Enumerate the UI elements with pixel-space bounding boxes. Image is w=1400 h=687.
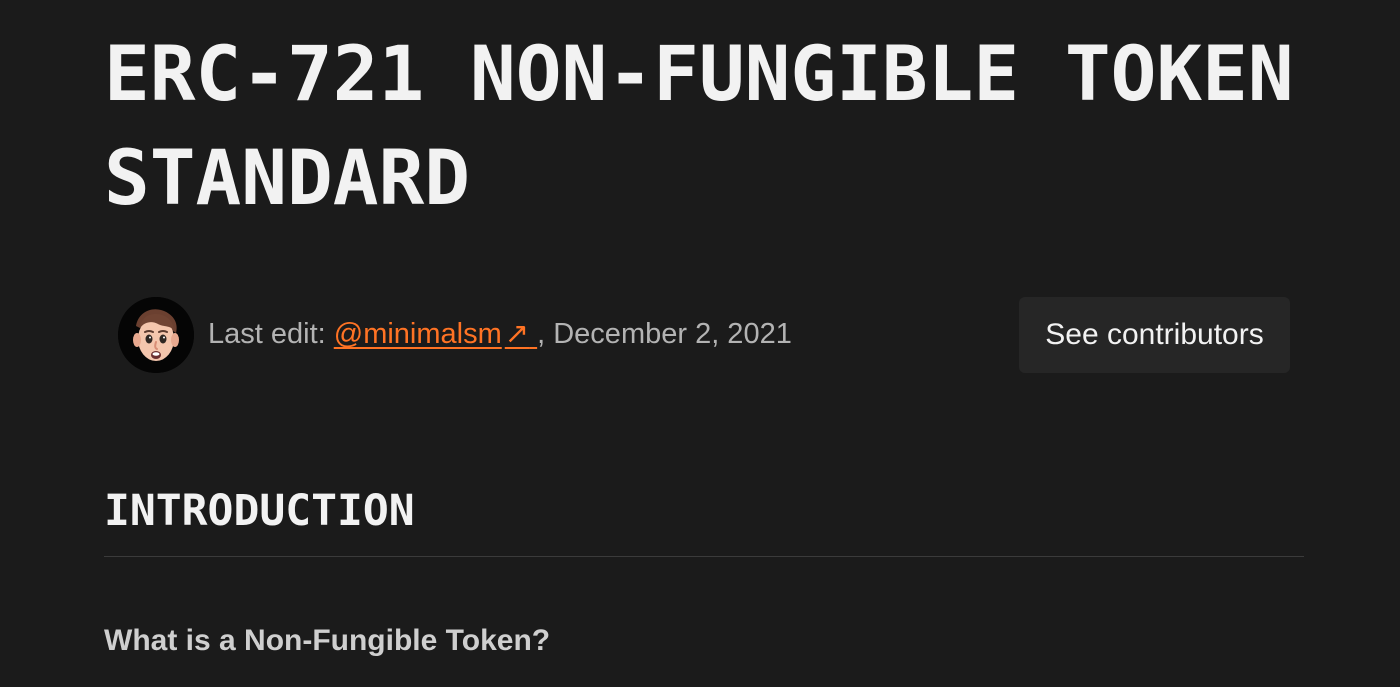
memoji-avatar-icon: [118, 297, 194, 373]
author-link[interactable]: @minimalsm ↗: [334, 318, 537, 350]
external-link-icon: ↗: [504, 318, 530, 350]
section-divider: [104, 556, 1304, 557]
last-edit-text: Last edit: @minimalsm ↗ , December 2, 202…: [208, 315, 792, 353]
introduction-heading: INTRODUCTION: [104, 486, 415, 536]
author-link-label: @minimalsm: [333, 318, 502, 350]
last-edit-date: , December 2, 2021: [537, 318, 792, 350]
page-title: ERC-721 NON-FUNGIBLE TOKEN STANDARD: [104, 29, 1294, 222]
page: ERC-721 NON-FUNGIBLE TOKEN STANDARD Last…: [0, 0, 1400, 687]
edit-metadata-row: Last edit: @minimalsm ↗ , December 2, 202…: [118, 297, 1290, 373]
see-contributors-button[interactable]: See contributors: [1019, 297, 1290, 373]
last-edit-label: Last edit:: [208, 318, 326, 350]
nft-question-heading: What is a Non-Fungible Token?: [104, 624, 551, 657]
